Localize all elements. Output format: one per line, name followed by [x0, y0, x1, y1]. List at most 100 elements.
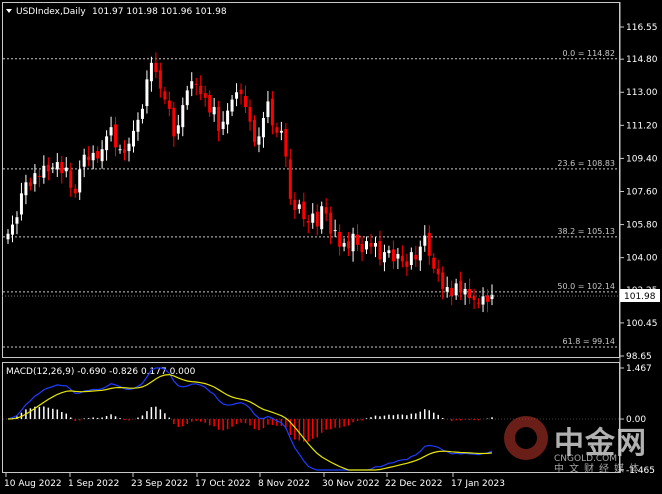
candle-body — [454, 283, 458, 296]
fib-label: 23.6 = 108.83 — [557, 159, 615, 168]
candle-body — [163, 91, 167, 100]
candle-body — [315, 211, 319, 227]
candle-body — [261, 117, 265, 138]
price-axis-ticks: 116.55 114.80 113.00 111.20 109.40 107.60 105.… — [620, 23, 658, 362]
time-tick-label: 30 Nov 2022 — [322, 479, 380, 489]
candle-body — [320, 206, 324, 230]
time-tick-label: 17 Oct 2022 — [195, 479, 251, 489]
candle-body — [347, 241, 351, 249]
candle-body — [409, 252, 413, 266]
candle-body — [181, 105, 185, 128]
watermark-tagline: 中文财经媒体 — [554, 464, 644, 475]
candle-body — [172, 107, 176, 137]
candle-body — [450, 287, 454, 297]
candle-body — [221, 121, 225, 130]
candle-body — [69, 170, 73, 188]
candle-body — [432, 257, 436, 269]
candle-body — [373, 242, 377, 247]
candle-body — [194, 83, 198, 85]
fib-label: 38.2 = 105.13 — [557, 227, 615, 236]
candle-body — [270, 98, 274, 126]
fib-label: 50.0 = 102.14 — [557, 282, 615, 291]
price-tick-label: 111.20 — [626, 121, 658, 131]
candle-body — [252, 119, 256, 142]
time-axis: 10 Aug 2022 1 Sep 2022 23 Sep 2022 17 Oct 2… — [4, 473, 505, 489]
candle-body — [149, 62, 153, 82]
time-tick-label: 1 Sep 2022 — [68, 479, 119, 489]
watermark-logo: 中金网 CNGOLD.COM 中文财经媒体 — [504, 416, 654, 476]
candle-body — [190, 81, 194, 89]
candle-body — [51, 167, 55, 169]
time-tick-label: 22 Dec 2022 — [385, 479, 443, 489]
candle-body — [154, 62, 158, 73]
candle-body — [24, 182, 28, 196]
candle-body — [481, 296, 485, 305]
candle-body — [288, 159, 292, 199]
candle-body — [342, 242, 346, 247]
candle-body — [387, 250, 391, 254]
candle-body — [257, 136, 261, 145]
price-tick-label: 109.40 — [626, 154, 658, 164]
candle-body — [302, 201, 306, 220]
macd-tick-label: 1.467 — [626, 364, 652, 374]
candle-body — [46, 164, 50, 172]
candle-body — [230, 99, 234, 112]
candle-body — [423, 235, 427, 246]
candle-body — [73, 188, 77, 194]
candle-body — [356, 234, 360, 245]
candle-body — [244, 95, 248, 107]
candle-body — [382, 252, 386, 263]
candle-body — [15, 217, 19, 224]
price-tick-label: 100.45 — [626, 319, 658, 329]
candle-body — [391, 249, 395, 262]
candle-body — [490, 294, 494, 300]
time-tick-label: 23 Sep 2022 — [131, 479, 188, 489]
candle-body — [405, 261, 409, 267]
current-price-label: 101.98 — [624, 292, 656, 302]
candle-body — [472, 296, 476, 300]
candle-body — [123, 149, 127, 153]
candle-body — [118, 149, 122, 151]
candle-body — [311, 213, 315, 223]
candle-body — [199, 85, 203, 95]
candle-body — [6, 233, 10, 240]
candle-body — [329, 212, 333, 234]
candle-body — [140, 108, 144, 119]
candle-body — [226, 110, 230, 125]
candle-body — [105, 136, 109, 151]
candle-body — [28, 182, 32, 186]
candle-body — [266, 101, 270, 118]
candle-body — [235, 92, 239, 99]
candle-body — [167, 100, 171, 109]
candle-body — [96, 151, 100, 159]
candle-body — [82, 154, 86, 167]
candle-body — [42, 165, 46, 178]
candle-body — [91, 152, 95, 161]
candle-body — [203, 93, 207, 98]
candle-body — [324, 207, 328, 214]
main-pane-border — [2, 2, 620, 358]
candle-body — [158, 70, 162, 89]
candle-body — [100, 149, 104, 162]
candle-body — [208, 95, 212, 113]
time-tick-label: 8 Nov 2022 — [258, 479, 310, 489]
candle-body — [427, 232, 431, 256]
candle-body — [64, 167, 68, 172]
fib-label: 61.8 = 99.14 — [562, 337, 615, 346]
fibonacci-levels[interactable]: 0.0 = 114.82 23.6 = 108.83 38.2 = 105.13 50… — [3, 49, 619, 348]
candle-body — [33, 173, 37, 185]
candle-body — [297, 204, 301, 209]
candle-body — [445, 287, 449, 292]
candle-body — [217, 106, 221, 131]
cngold-logo-icon — [504, 416, 548, 460]
candle-body — [239, 89, 243, 95]
candle-body — [19, 193, 23, 215]
candle-body — [78, 169, 82, 193]
dropdown-icon[interactable] — [6, 9, 12, 13]
candle-body — [87, 156, 91, 161]
candle-body — [351, 233, 355, 252]
candle-body — [463, 288, 467, 295]
candle-body — [60, 162, 64, 174]
candle-body — [477, 302, 481, 304]
price-tick-label: 113.00 — [626, 88, 658, 98]
